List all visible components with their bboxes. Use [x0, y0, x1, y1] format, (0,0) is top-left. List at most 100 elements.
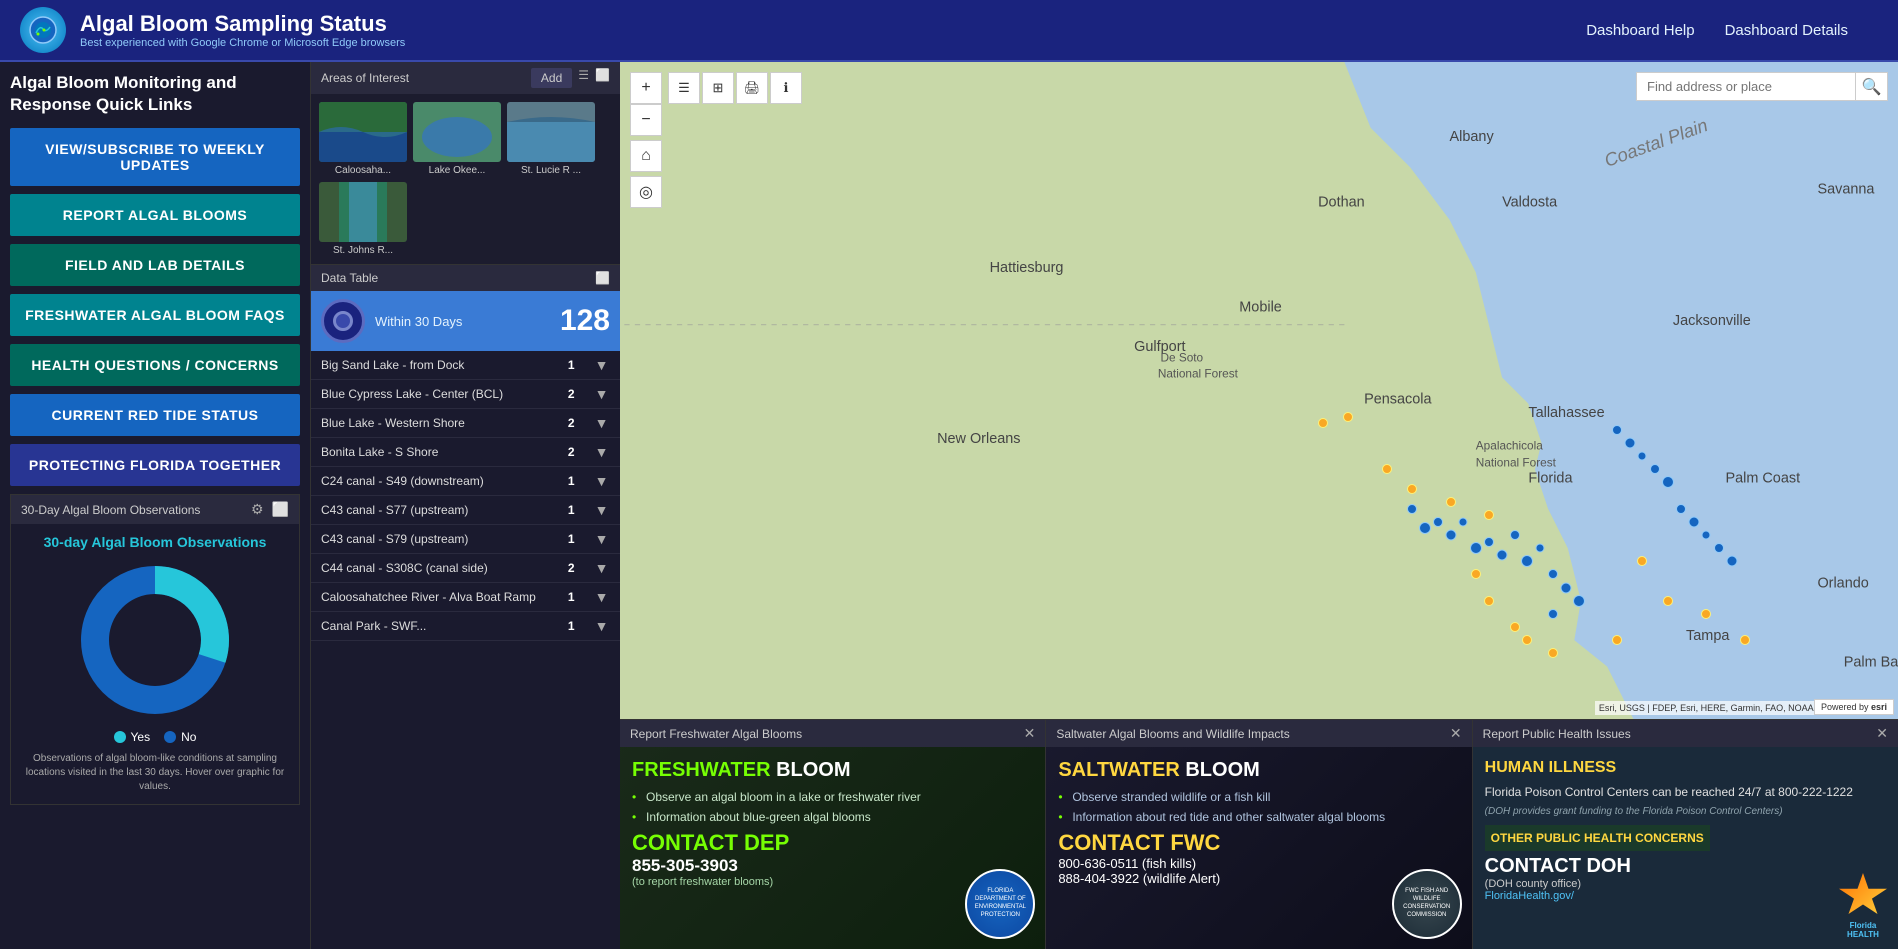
saltwater-bullet-2: Information about red tide and other sal… — [1058, 810, 1459, 824]
areas-add-btn[interactable]: Add — [531, 68, 572, 88]
saltwater-close-btn[interactable]: ✕ — [1450, 725, 1462, 742]
map-search-btn[interactable]: 🔍 — [1856, 72, 1888, 101]
freshwater-contact-label[interactable]: CONTACT DEP — [632, 830, 1033, 856]
map-dot-blue — [1419, 522, 1431, 534]
row-expand-btn[interactable]: ▼ — [595, 560, 609, 576]
area-card-stjohns[interactable]: St. Johns R... — [319, 182, 407, 256]
legend-no-label: No — [181, 730, 196, 744]
print-btn[interactable]: 🖨 — [736, 72, 768, 104]
areas-menu-icon[interactable]: ☰ — [578, 68, 589, 88]
contact-doh[interactable]: CONTACT DOH — [1485, 855, 1886, 878]
table-row[interactable]: C43 canal - S77 (upstream) 1 ▼ — [311, 496, 620, 525]
row-expand-btn[interactable]: ▼ — [595, 502, 609, 518]
svg-text:New Orleans: New Orleans — [937, 431, 1020, 447]
freshwater-bullets: Observe an algal bloom in a lake or fres… — [632, 790, 1033, 824]
table-row[interactable]: Blue Lake - Western Shore 2 ▼ — [311, 409, 620, 438]
table-row[interactable]: C24 canal - S49 (downstream) 1 ▼ — [311, 467, 620, 496]
freshwater-bloom: BLOOM — [776, 759, 850, 781]
svg-text:Tampa: Tampa — [1686, 628, 1730, 644]
row-expand-btn[interactable]: ▼ — [595, 589, 609, 605]
list-view-btn[interactable]: ☰ — [668, 72, 700, 104]
home-btn[interactable]: ⌂ — [630, 140, 662, 172]
map-dot-blue — [1714, 543, 1724, 553]
btn-field-lab[interactable]: FIELD AND LAB DETAILS — [10, 244, 300, 286]
map-dot-yellow — [1471, 569, 1481, 579]
row-expand-btn[interactable]: ▼ — [595, 357, 609, 373]
filter-indicator — [321, 299, 365, 343]
row-expand-btn[interactable]: ▼ — [595, 473, 609, 489]
btn-red-tide[interactable]: CURRENT RED TIDE STATUS — [10, 394, 300, 436]
row-name: Big Sand Lake - from Dock — [311, 351, 557, 380]
map-dot-yellow — [1637, 556, 1647, 566]
table-row[interactable]: Bonita Lake - S Shore 2 ▼ — [311, 438, 620, 467]
saltwater-phone1: 800-636-0511 (fish kills) — [1058, 856, 1459, 871]
saltwater-bloom-panel: Saltwater Algal Blooms and Wildlife Impa… — [1046, 720, 1472, 949]
map-dot-blue — [1459, 517, 1468, 526]
data-table-panel-header: Data Table ⬜ — [311, 265, 620, 291]
row-name: C24 canal - S49 (downstream) — [311, 467, 557, 496]
btn-weekly-updates[interactable]: VIEW/SUBSCRIBE TO WEEKLY UPDATES — [10, 128, 300, 186]
map-dot-yellow — [1701, 609, 1711, 619]
map-search-input[interactable] — [1636, 72, 1856, 101]
btn-faqs[interactable]: FRESHWATER ALGAL BLOOM FAQS — [10, 294, 300, 336]
nav-dashboard-help[interactable]: Dashboard Help — [1586, 22, 1694, 39]
row-expand-btn[interactable]: ▼ — [595, 386, 609, 402]
zoom-in-btn[interactable]: + — [630, 72, 662, 104]
svg-text:Savanna: Savanna — [1817, 181, 1875, 197]
collapse-icon[interactable]: ⬜ — [272, 501, 289, 518]
map-dot-yellow — [1522, 635, 1532, 645]
filter-label: Within 30 Days — [375, 314, 550, 329]
svg-text:Mobile: Mobile — [1239, 300, 1282, 316]
row-expand-btn[interactable]: ▼ — [595, 618, 609, 634]
area-card-stlucie[interactable]: St. Lucie R ... — [507, 102, 595, 176]
table-row[interactable]: Big Sand Lake - from Dock 1 ▼ — [311, 351, 620, 380]
row-expand-btn[interactable]: ▼ — [595, 415, 609, 431]
row-count: 1 — [557, 351, 585, 380]
area-card-lakeokeechobee[interactable]: Lake Okee... — [413, 102, 501, 176]
row-count: 2 — [557, 554, 585, 583]
map-dot-yellow — [1343, 412, 1353, 422]
location-btn[interactable]: ◎ — [630, 176, 662, 208]
row-name: Caloosahatchee River - Alva Boat Ramp — [311, 583, 557, 612]
btn-report-blooms[interactable]: REPORT ALGAL BLOOMS — [10, 194, 300, 236]
map-container[interactable]: Coastal Plain Mobile Gulfport Hattiesbur… — [620, 62, 1898, 719]
table-row[interactable]: C44 canal - S308C (canal side) 2 ▼ — [311, 554, 620, 583]
map-area: Coastal Plain Mobile Gulfport Hattiesbur… — [620, 62, 1898, 949]
settings-icon[interactable]: ⚙ — [251, 501, 264, 518]
zoom-out-btn[interactable]: − — [630, 104, 662, 136]
nav-dashboard-details[interactable]: Dashboard Details — [1725, 22, 1848, 39]
freshwater-type: FRESHWATER — [632, 759, 771, 781]
freshwater-panel-header: Report Freshwater Algal Blooms ✕ — [620, 720, 1045, 747]
row-expand-btn[interactable]: ▼ — [595, 531, 609, 547]
table-row[interactable]: Caloosahatchee River - Alva Boat Ramp 1 … — [311, 583, 620, 612]
area-label-stjohns: St. Johns R... — [333, 245, 393, 256]
info-btn[interactable]: ℹ — [770, 72, 802, 104]
map-dot-yellow — [1318, 418, 1328, 428]
btn-health-questions[interactable]: HEALTH QUESTIONS / CONCERNS — [10, 344, 300, 386]
map-dot-blue — [1407, 504, 1417, 514]
areas-close-icon[interactable]: ⬜ — [595, 68, 610, 88]
health-close-btn[interactable]: ✕ — [1876, 725, 1888, 742]
legend-yes: Yes — [114, 730, 151, 744]
map-dot-yellow — [1446, 497, 1456, 507]
data-table-close-icon[interactable]: ⬜ — [595, 271, 610, 285]
freshwater-close-btn[interactable]: ✕ — [1024, 725, 1036, 742]
legend-yes-label: Yes — [131, 730, 151, 744]
row-expand-btn[interactable]: ▼ — [595, 444, 609, 460]
app-header: Algal Bloom Sampling Status Best experie… — [0, 0, 1898, 62]
table-row[interactable]: C43 canal - S79 (upstream) 1 ▼ — [311, 525, 620, 554]
table-row[interactable]: Canal Park - SWF... 1 ▼ — [311, 612, 620, 641]
freshwater-bullet-2: Information about blue-green algal bloom… — [632, 810, 1033, 824]
btn-protecting-florida[interactable]: PROTECTING FLORIDA TOGETHER — [10, 444, 300, 486]
thirty-day-content: 30-day Algal Bloom Observations Yes — [11, 524, 299, 804]
freshwater-panel-title: Report Freshwater Algal Blooms — [630, 727, 802, 741]
area-card-caloosahatchee[interactable]: Caloosaha... — [319, 102, 407, 176]
saltwater-contact-label[interactable]: CONTACT FWC — [1058, 830, 1459, 856]
table-row[interactable]: Blue Cypress Lake - Center (BCL) 2 ▼ — [311, 380, 620, 409]
grid-view-btn[interactable]: ⊞ — [702, 72, 734, 104]
svg-text:Pensacola: Pensacola — [1364, 392, 1432, 408]
map-dot-blue — [1484, 537, 1494, 547]
svg-text:Palm Coast: Palm Coast — [1725, 470, 1800, 486]
florida-health-website[interactable]: FloridaHealth.gov/ — [1485, 890, 1886, 902]
data-table-list[interactable]: Big Sand Lake - from Dock 1 ▼ Blue Cypre… — [311, 351, 620, 949]
